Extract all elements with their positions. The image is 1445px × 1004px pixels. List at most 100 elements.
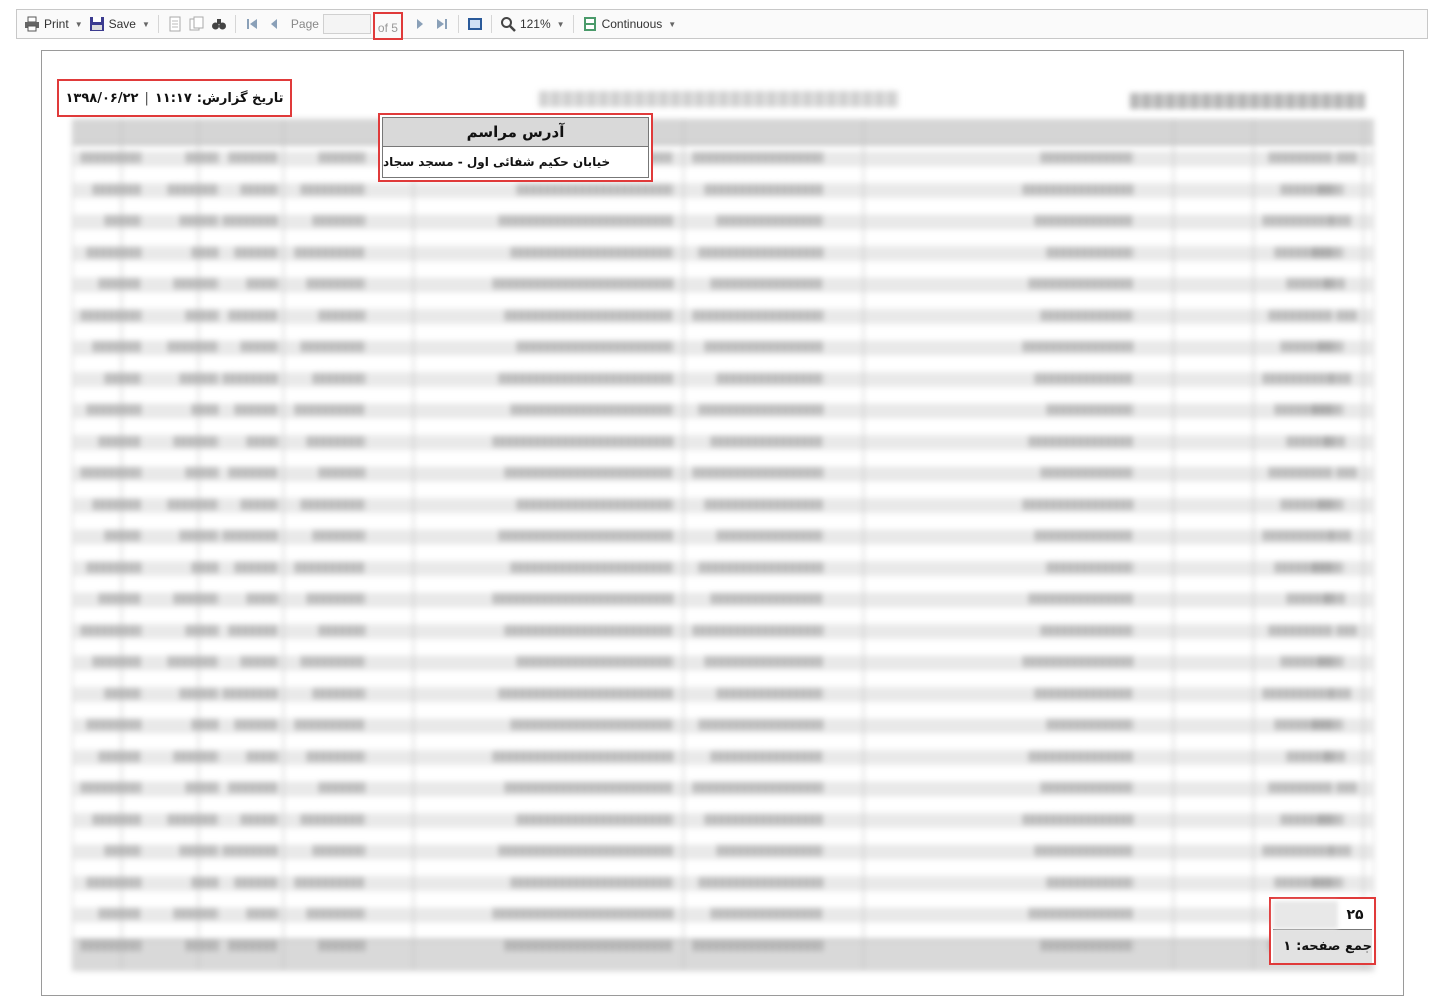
blurred-cell: [1029, 278, 1133, 289]
blurred-cell: [295, 246, 365, 258]
blurred-cell: [493, 278, 673, 289]
blurred-cell: [180, 215, 218, 226]
blurred-cell: [241, 813, 278, 825]
export-pages-button[interactable]: [164, 13, 186, 35]
blurred-cell: [511, 719, 673, 730]
blurred-cell: [511, 246, 673, 258]
toolbar-divider: [157, 15, 159, 33]
blurred-cell: [192, 876, 218, 888]
blurred-cell: [247, 435, 278, 447]
blurred-cell: [505, 782, 673, 793]
blurred-cell: [81, 624, 141, 636]
blurred-cell: [247, 593, 278, 604]
table-column-divider: [413, 120, 414, 970]
first-page-button[interactable]: [241, 13, 263, 35]
blurred-cell: [319, 152, 365, 163]
report-title-blurred: [1130, 93, 1365, 109]
prev-page-button[interactable]: [263, 13, 285, 35]
blurred-cell: [1047, 876, 1133, 888]
blurred-cell: [1035, 845, 1133, 856]
next-page-button[interactable]: [409, 13, 431, 35]
blurred-cell: [1337, 624, 1357, 636]
blurred-cell: [699, 719, 823, 730]
blurred-cell: [105, 530, 141, 541]
blurred-cell: [99, 593, 141, 604]
blurred-cell: [241, 341, 278, 352]
chevron-down-icon: ▼: [556, 19, 565, 29]
blurred-cell: [81, 309, 141, 321]
page-number-input[interactable]: [322, 14, 371, 34]
table-column-divider: [863, 120, 864, 970]
save-icon: [89, 16, 105, 32]
report-table: [72, 119, 1374, 971]
blurred-cell: [717, 372, 823, 384]
blurred-cell: [1319, 656, 1343, 667]
report-date-highlight: تاریخ گزارش: ۱۱:۱۷ | ۱۳۹۸/۰۶/۲۲: [57, 79, 292, 117]
blurred-cell: [192, 246, 218, 258]
blurred-cell: [1319, 341, 1343, 352]
blurred-cell: [693, 782, 823, 793]
blurred-cell: [1035, 530, 1133, 541]
blurred-cell: [1263, 372, 1333, 384]
blurred-cell: [711, 278, 823, 289]
blurred-cell: [699, 876, 823, 888]
blurred-cell: [235, 876, 278, 888]
blurred-cell: [105, 845, 141, 856]
blurred-cell: [693, 624, 823, 636]
blurred-cell: [192, 719, 218, 730]
chevron-down-icon: ▼: [141, 19, 150, 29]
blurred-cell: [1269, 624, 1333, 636]
blurred-cell: [241, 183, 278, 195]
blurred-cell: [699, 246, 823, 258]
blurred-cell: [711, 750, 823, 762]
full-screen-icon: [467, 16, 483, 32]
blurred-cell: [186, 624, 218, 636]
blurred-cell: [505, 467, 673, 478]
blurred-cell: [295, 404, 365, 415]
blurred-cell: [105, 687, 141, 699]
blurred-cell: [517, 813, 673, 825]
full-screen-button[interactable]: [464, 13, 486, 35]
copy-button[interactable]: [186, 13, 208, 35]
blurred-cell: [1331, 215, 1351, 226]
blurred-cell: [1337, 467, 1357, 478]
blurred-report-content: [42, 51, 1403, 995]
blurred-cell: [174, 435, 218, 447]
print-button[interactable]: Print ▼: [21, 13, 86, 35]
blurred-cell: [313, 372, 365, 384]
blurred-cell: [81, 782, 141, 793]
blurred-cell: [93, 498, 141, 510]
blurred-cell: [93, 183, 141, 195]
blurred-cell: [711, 908, 823, 919]
blurred-cell: [180, 530, 218, 541]
blurred-cell: [168, 498, 218, 510]
save-button[interactable]: Save ▼: [86, 13, 153, 35]
blurred-cell: [319, 467, 365, 478]
next-page-icon: [412, 16, 428, 32]
address-column-highlight: آدرس مراسم خیابان حکیم شفائی اول - مسجد …: [378, 113, 653, 182]
blurred-cell: [1023, 813, 1133, 825]
blurred-cell: [1041, 152, 1133, 163]
zoom-button[interactable]: 121% ▼: [497, 13, 568, 35]
blurred-cell: [717, 845, 823, 856]
blurred-cell: [511, 876, 673, 888]
view-mode-button[interactable]: Continuous ▼: [579, 13, 680, 35]
blurred-cell: [235, 404, 278, 415]
blurred-cell: [1269, 152, 1333, 163]
blurred-cell: [1331, 530, 1351, 541]
blurred-cell: [93, 656, 141, 667]
find-button[interactable]: [208, 13, 230, 35]
blurred-cell: [313, 687, 365, 699]
last-page-button[interactable]: [431, 13, 453, 35]
blurred-cell: [186, 782, 218, 793]
blurred-cell: [174, 278, 218, 289]
report-subtitle-blurred: [539, 91, 899, 107]
blurred-cell: [1331, 845, 1351, 856]
blurred-cell: [1029, 750, 1133, 762]
blurred-cell: [223, 372, 278, 384]
blurred-cell: [1047, 404, 1133, 415]
blurred-cell: [717, 215, 823, 226]
blurred-cell: [301, 341, 365, 352]
blurred-cell: [313, 530, 365, 541]
first-page-icon: [244, 16, 260, 32]
